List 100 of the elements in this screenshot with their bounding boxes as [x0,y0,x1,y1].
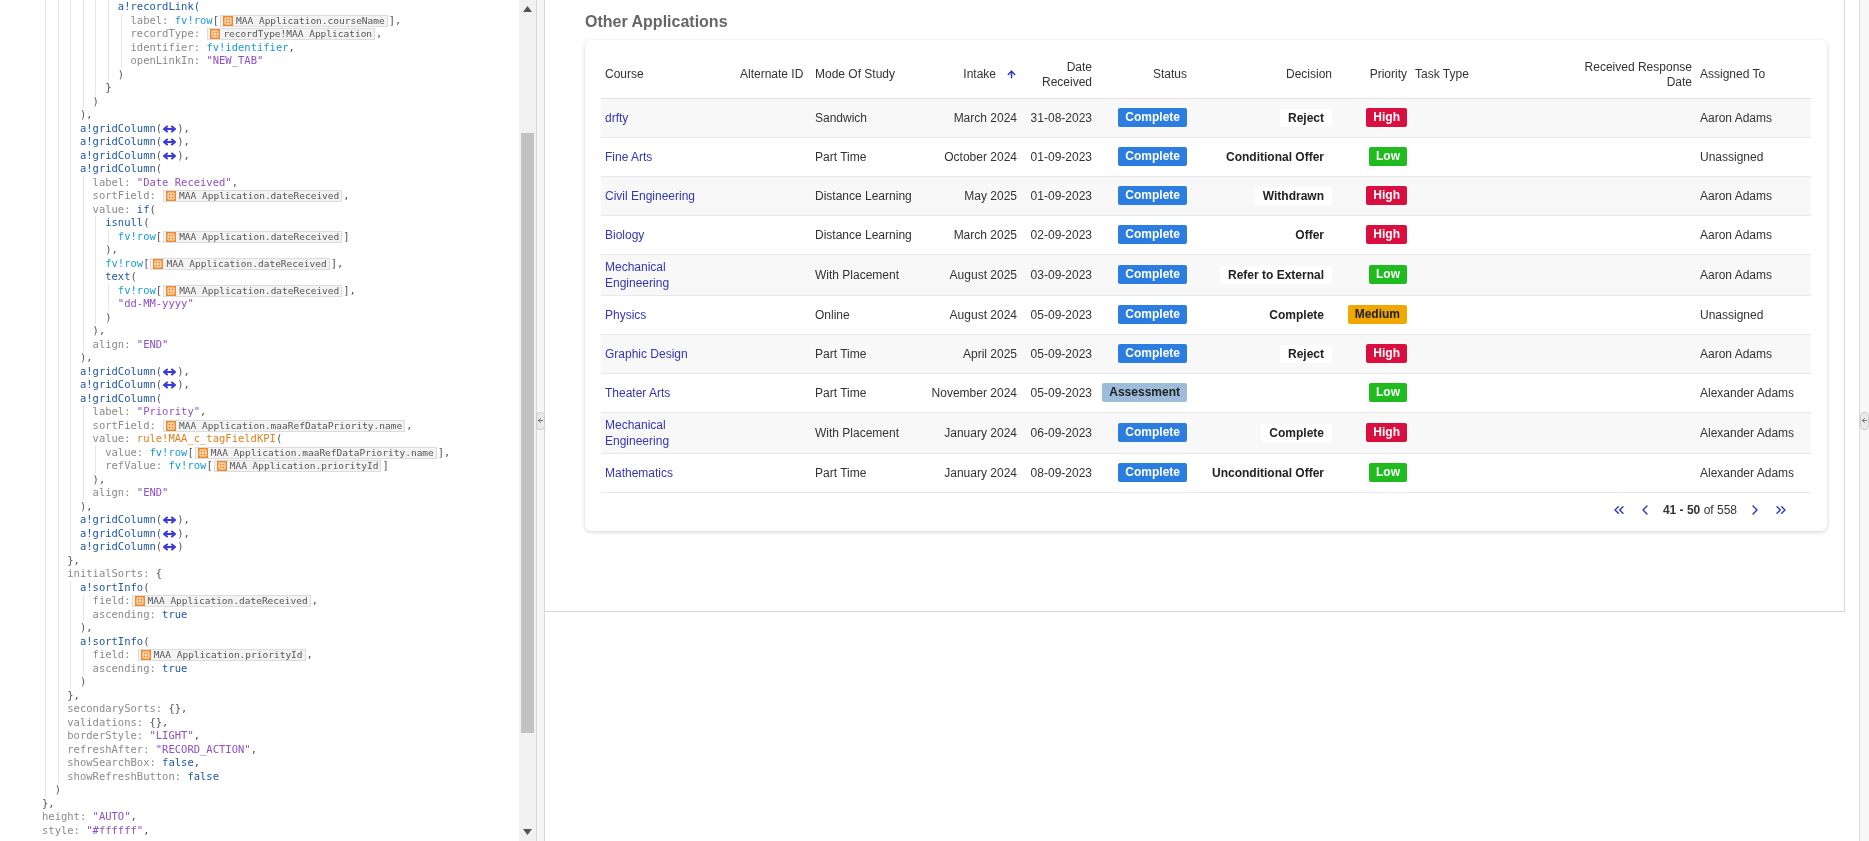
code-token: ], [437,445,451,458]
code-token: identifier: [129,40,202,53]
table-cell: March 2024 [953,110,1017,125]
code-token: align: [91,486,132,498]
collapsed-code-icon[interactable] [163,151,177,160]
collapsed-code-icon[interactable] [163,367,177,376]
field-chip[interactable]: MAA Application.priorityId [213,460,382,472]
record-field-icon [166,231,177,242]
table-cell: March 2025 [953,227,1017,242]
column-header[interactable]: Course [605,66,644,82]
table-cell: November 2024 [931,385,1017,400]
scroll-down-icon[interactable] [523,829,532,835]
code-token: ( [155,540,163,552]
code-token: a!recordLink( [116,0,201,12]
table-cell: Alexander Adams [1700,385,1795,400]
code-token: ), [78,621,93,633]
column-header[interactable]: Status [1152,66,1187,82]
sort-ascending-icon[interactable] [1006,68,1017,80]
table-cell: Distance Learning [815,188,912,203]
field-chip[interactable]: MAA Application.dateReceived [150,257,330,270]
code-token: fv!row [104,256,144,269]
course-link[interactable]: Fine Arts [605,148,653,165]
collapsed-code-icon[interactable] [163,381,177,389]
field-chip[interactable]: MAA Application.maaRefDataPriority.name [194,446,437,459]
code-token: ], [330,256,344,269]
course-link[interactable]: Civil Engineering [605,187,696,204]
code-token: [ [187,445,194,458]
table-cell: 08-09-2023 [1030,465,1092,480]
scroll-up-icon[interactable] [523,6,532,12]
scrollbar-thumb[interactable] [521,133,534,733]
course-link[interactable]: Theater Arts [605,384,671,401]
code-token: "dd-MM-yyyy" [116,297,194,309]
code-token: label: [129,13,170,26]
code-token: ( [155,391,163,404]
scrollbar[interactable] [519,0,536,841]
expand-handle[interactable] [1860,411,1869,430]
column-header[interactable]: Received Response Date [1575,59,1692,90]
course-link[interactable]: Biology [605,226,645,243]
course-link[interactable]: drfty [605,109,629,126]
code-token: ), [78,499,93,512]
code-token: , [343,189,350,201]
record-field-icon [166,191,177,201]
column-header[interactable]: Decision [1285,66,1332,82]
field-name: MAA Application.priorityId [229,461,379,471]
field-name: MAA Application.dateReceived [179,285,340,296]
code-token: fv!identifier [206,40,289,53]
code-token: , [130,810,137,822]
collapsed-code-icon[interactable] [163,543,177,551]
field-chip[interactable]: MAA Application.priorityId [137,649,306,661]
column-header[interactable]: Assigned To [1700,66,1766,82]
page-range: 41 - 50 of 558 [1662,501,1737,519]
collapsed-code-icon[interactable] [163,138,177,146]
field-name: MAA Application.dateReceived [179,191,340,201]
column-header[interactable]: Priority [1369,66,1407,82]
table-cell: 31-08-2023 [1030,110,1092,125]
code-token: a!gridColumn [78,364,156,377]
code-token: "Priority" [136,405,201,417]
record-field-icon [134,596,145,606]
column-header[interactable]: Mode Of Study [815,66,896,82]
code-token: [ [206,459,213,471]
code-token: true [162,607,188,620]
field-chip[interactable]: MAA Application.courseName [220,14,388,27]
course-link[interactable]: Graphic Design [605,345,688,362]
status-tag: Complete [1118,147,1187,166]
field-chip[interactable]: MAA Application.maaRefDataPriority.name [163,419,406,432]
code-token: refValue: [104,459,164,471]
course-link[interactable]: Mathematics [605,464,674,481]
table-cell: Part Time [815,385,867,400]
column-header[interactable]: Intake [963,66,1017,82]
table-cell: Part Time [815,465,867,480]
code-token: ), [177,135,190,147]
table-cell: 03-09-2023 [1030,267,1092,282]
field-chip[interactable]: MAA Application.dateReceived [131,595,311,607]
collapse-handle[interactable] [536,411,545,430]
code-token: ), [91,324,106,336]
table-cell: May 2025 [964,188,1017,203]
column-header[interactable]: Task Type [1415,66,1469,82]
code-token: [ [212,13,220,26]
collapsed-code-icon[interactable] [163,516,177,524]
collapsed-code-icon[interactable] [163,529,177,538]
code-token: ] [382,459,389,471]
code-token: } [104,81,112,93]
course-link[interactable]: Mechanical Engineering [605,416,732,449]
collapsed-code-icon[interactable] [163,124,177,133]
code-token: ] [343,229,350,242]
column-header[interactable]: Alternate ID [740,66,804,82]
field-chip[interactable]: MAA Application.dateReceived [163,190,343,202]
code-token: ( [155,378,163,390]
code-token: recordType: [129,27,202,39]
table-cell: Aaron Adams [1700,346,1773,361]
code-token: , [143,823,150,836]
field-chip[interactable]: MAA Application.dateReceived [163,230,343,243]
field-chip[interactable]: recordType!MAA Application [207,28,376,40]
field-chip[interactable]: MAA Application.dateReceived [163,284,343,297]
code-token: true [162,661,188,674]
column-header[interactable]: Date Received [1025,59,1092,90]
course-link[interactable]: Mechanical Engineering [605,258,732,291]
code-token: value: [91,432,132,444]
code-token: ], [343,283,356,296]
course-link[interactable]: Physics [605,306,647,323]
